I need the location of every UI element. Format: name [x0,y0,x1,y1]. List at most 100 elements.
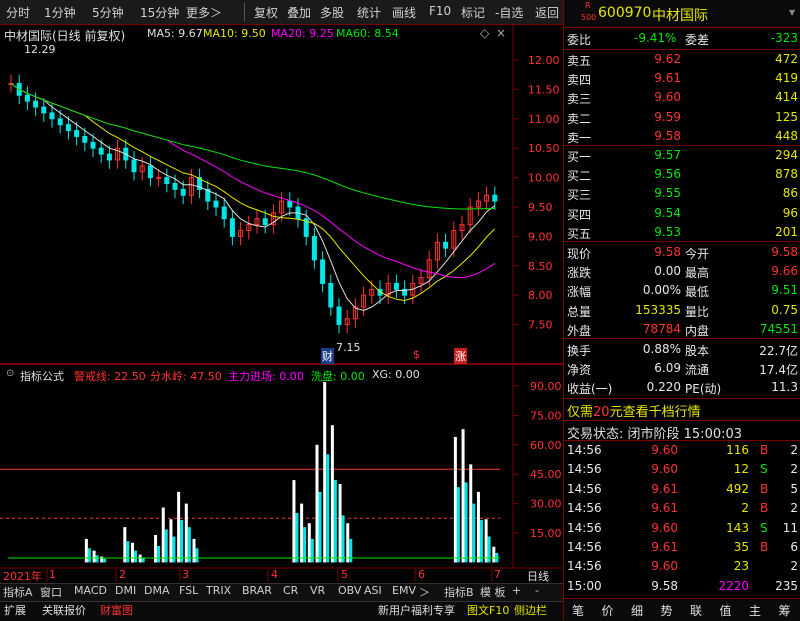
panel-nav-tab[interactable]: 笔 [572,602,584,619]
indicator-tab[interactable]: DMI [115,584,136,599]
indicator-tab[interactable]: + [512,584,521,599]
candle [492,194,498,202]
indicator-bar [84,538,88,563]
related-quote-button[interactable]: 关联报价 [42,602,86,618]
indicator-bar [461,429,465,563]
indicator-name[interactable]: 指标公式 [20,368,64,384]
indicator-tab[interactable]: 指标A [3,584,33,599]
price-tick-label: 9.50 [528,201,553,214]
indicator-bar [292,480,296,563]
candle [213,200,219,208]
indicator-bar [295,513,299,563]
panel-nav-tab[interactable]: 价 [602,602,614,619]
indicator-tab[interactable]: CR [283,584,298,599]
tick-row: 14:56 9.60 143 S 11 [567,520,798,535]
candle [336,306,342,326]
date-year-label: 2021年 [3,570,42,583]
price-tick-label: 9.00 [528,230,553,243]
panel-nav-tab[interactable]: 联 [690,602,702,619]
new-user-promo-link[interactable]: 新用户福利专享 [378,602,455,618]
finance-marker[interactable]: 财 [321,348,334,364]
wealth-map-button[interactable]: 财富图 [100,602,133,618]
date-month-1: 1 [49,568,56,581]
quote-row: 外盘 78784 内盘 74551 [567,321,798,338]
tick-row: 14:56 9.61 492 B 5 [567,481,798,496]
price-series [8,74,498,334]
indicator-tab[interactable]: MACD [74,584,107,599]
date-month-6: 6 [418,568,425,581]
indicator-bar [303,527,307,563]
sidebar-toggle-button[interactable]: 侧边栏 [514,602,547,618]
indicator-tab[interactable]: 模 板 [480,584,506,599]
chart-title: 中材国际(日线 前复权) [4,29,126,43]
indicator-menu-icon[interactable]: ⊙ [6,368,14,379]
indicator-bar [323,382,327,563]
panel-nav-tab[interactable]: 势 [661,602,673,619]
indicator-tab[interactable]: DMA [144,584,170,599]
quote-row: 涨幅 0.00% 最低 9.51 [567,283,798,300]
f10-graphic-button[interactable]: 图文F10 [467,602,509,618]
candle [106,153,112,161]
panel-nav-tab[interactable]: 主 [749,602,761,619]
indicator-tab[interactable]: BRAR [242,584,272,599]
indicator-tab[interactable]: 窗口 [40,584,62,599]
indicator-tab[interactable]: ＞ [419,584,430,599]
sell-order-row: 卖一 9.58 448 [567,128,798,145]
panel-nav-tab[interactable]: 值 [720,602,732,619]
candle [49,112,55,120]
candle [90,141,96,149]
indicator-tab[interactable]: 指标B [444,584,474,599]
candle [443,241,449,249]
level2-promo[interactable]: 仅需20元查看千档行情 [567,401,701,420]
indicator-bar [453,436,457,563]
indicator-bar [192,538,196,563]
candle [131,159,137,173]
buy-order-row: 买一 9.57 294 [567,148,798,164]
candle [311,235,317,261]
date-month-7: 7 [494,568,501,581]
stock-name: 中材国际 [652,8,708,24]
buy-order-row: 买五 9.53 201 [567,224,798,241]
candle [164,177,170,184]
indicator-bar [92,550,96,563]
indicator-tick-label: 90.00 [530,380,562,393]
panel-nav-tab[interactable]: 细 [631,602,643,619]
indicator-bar [479,520,483,563]
sell-order-row: 卖三 9.60 414 [567,90,798,107]
stat-row: 收益(一) 0.220 PE(动) 11.3 [567,380,798,397]
panel-nav-tab[interactable]: 筹 [779,602,791,619]
indicator-tab[interactable]: EMV [392,584,416,599]
ma60-legend: MA60: 8.54 [336,27,399,40]
buy-order-row: 买四 9.54 96 [567,205,798,222]
indicator-tab[interactable]: FSL [179,584,198,599]
indicator-bar [134,550,137,563]
indicator-tab[interactable]: OBV [338,584,361,599]
panel-nav: 笔 价细 势联 值主 筹 [564,598,800,621]
indicator-tab[interactable]: - [535,584,539,599]
date-month-4: 4 [271,568,278,581]
expand-arrow-icon[interactable]: ▼ [789,8,795,17]
chart-close-icon[interactable]: × [496,26,506,40]
tick-row: 14:56 9.60 116 B 2 [567,443,798,457]
indicator-bar [330,425,334,563]
indicator-series [0,382,500,563]
indicator-bar [318,491,322,563]
indicator-tab[interactable]: VR [310,584,325,599]
price-tick-label: 8.50 [528,260,553,273]
kline-chart[interactable]: 12.00 11.50 11.00 10.50 10.00 9.50 9.00 8.50 8.0… [0,0,563,620]
indicator-bar [180,520,184,563]
chart-settings-icon[interactable]: ◇ [480,26,489,40]
indicator-bar [476,491,480,563]
quote-panel: R 500 600970 中材国际 ▼ 委比 -9.41% 委差 -323 卖五… [563,0,800,621]
limit-up-marker[interactable]: 涨 [454,348,467,364]
sell-order-row: 卖五 9.62 472 [567,52,798,68]
price-tick-label: 8.00 [528,289,553,302]
indicator-tab[interactable]: TRIX [206,584,231,599]
expand-button[interactable]: 扩展 [4,602,26,618]
indicator-axis: 90.00 75.00 60.00 45.00 30.00 15.00 [513,380,562,540]
indicator-tab[interactable]: ASI [364,584,382,599]
ma-line [10,83,495,210]
dividend-marker[interactable]: $ [413,348,420,361]
period-daily-label[interactable]: 日线 [527,568,549,584]
stat-row: 净资 6.09 流通 17.4亿 [567,361,798,378]
